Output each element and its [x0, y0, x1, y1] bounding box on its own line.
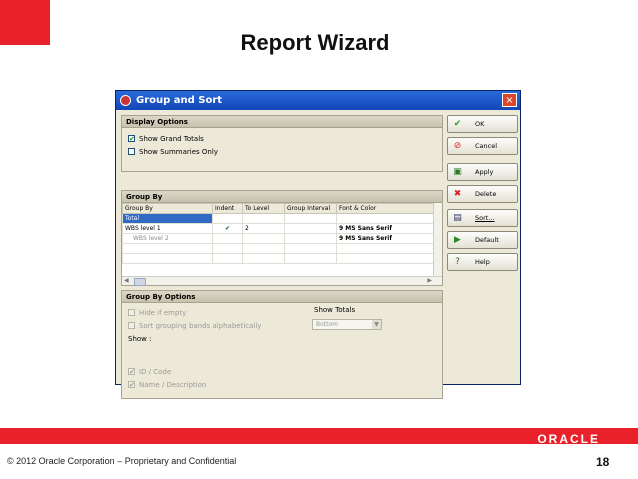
show-label-row: Show : — [122, 332, 442, 345]
show-grand-totals-checkbox[interactable]: ✔ — [128, 135, 135, 143]
col-font-color[interactable]: Font & Color — [336, 203, 434, 214]
ok-button[interactable]: ✔ OK — [447, 115, 518, 133]
group-by-table-header: Group By Indent To Level Group Interval … — [122, 203, 434, 214]
display-options-body: ✔ Show Grand Totals Show Summaries Only — [121, 128, 443, 172]
show-summaries-only-label: Show Summaries Only — [139, 147, 218, 156]
col-indent[interactable]: Indent — [212, 203, 243, 214]
cancel-icon: ⊘ — [453, 140, 462, 151]
name-description-checkbox[interactable]: ✔ — [128, 381, 135, 389]
show-totals-value: Bottom — [316, 321, 339, 328]
show-grand-totals-label: Show Grand Totals — [139, 134, 204, 143]
group-by-options-body: Hide if empty Sort grouping bands alphab… — [121, 303, 443, 399]
default-button[interactable]: ▶ Default — [447, 231, 518, 249]
grid-vertical-scrollbar[interactable] — [433, 203, 442, 276]
dialog-title: Group and Sort — [136, 95, 223, 106]
default-label: Default — [475, 236, 499, 244]
help-button[interactable]: ? Help — [447, 253, 518, 271]
name-description-label: Name / Description — [139, 380, 207, 389]
app-icon — [120, 95, 131, 106]
slide-title: Report Wizard — [240, 30, 390, 55]
left-panel: Display Options ✔ Show Grand Totals Show… — [121, 115, 443, 399]
group-by-options-header[interactable]: Group By Options — [121, 290, 443, 303]
help-label: Help — [475, 258, 490, 266]
ok-label: OK — [475, 120, 485, 128]
id-code-label: ID / Code — [139, 367, 172, 376]
scroll-right-icon[interactable]: ▶ — [427, 277, 432, 284]
cell-font[interactable] — [336, 213, 434, 224]
show-grand-totals-row[interactable]: ✔ Show Grand Totals — [122, 132, 442, 145]
play-icon: ▶ — [454, 234, 461, 245]
sort-label: Sort... — [475, 214, 495, 222]
apply-button[interactable]: ▣ Apply — [447, 163, 518, 181]
id-code-checkbox[interactable]: ✔ — [128, 368, 135, 376]
button-panel: ✔ OK ⊘ Cancel ▣ Apply ✖ Delete ▤ Sort...… — [447, 115, 518, 275]
cell-indent[interactable]: ✔ — [212, 223, 243, 234]
cell-group-by[interactable]: WBS level 2 — [122, 233, 213, 244]
display-options-header[interactable]: Display Options — [121, 115, 443, 128]
cell-indent[interactable] — [212, 213, 243, 224]
id-code-row[interactable]: ✔ ID / Code — [122, 365, 442, 378]
show-summaries-only-row[interactable]: Show Summaries Only — [122, 145, 442, 158]
grid-horizontal-scrollbar[interactable]: ◀ ▶ — [122, 276, 442, 286]
cell-group-interval[interactable] — [284, 233, 337, 244]
help-icon: ? — [455, 256, 460, 267]
oracle-logo: ORACLE — [537, 432, 600, 446]
cell-font[interactable]: 9 MS Sans Serif — [336, 233, 434, 244]
show-summaries-only-checkbox[interactable] — [128, 148, 135, 155]
delete-button[interactable]: ✖ Delete — [447, 185, 518, 203]
cancel-button[interactable]: ⊘ Cancel — [447, 137, 518, 155]
table-row[interactable]: Total — [122, 213, 434, 224]
cell-group-interval[interactable] — [284, 223, 337, 234]
cancel-label: Cancel — [475, 142, 498, 150]
copyright-text: © 2012 Oracle Corporation – Proprietary … — [7, 456, 237, 466]
brand-red-square — [0, 0, 50, 45]
checkmark-icon: ✔ — [453, 118, 462, 129]
sort-icon: ▤ — [453, 212, 462, 223]
cell-group-by[interactable]: WBS level 1 — [122, 223, 213, 234]
show-totals-dropdown[interactable]: Bottom ▼ — [312, 319, 382, 330]
apply-icon: ▣ — [453, 166, 462, 177]
sort-button[interactable]: ▤ Sort... — [447, 209, 518, 227]
cell-group-by[interactable]: Total — [122, 213, 213, 224]
group-by-header[interactable]: Group By — [121, 190, 443, 203]
page-number: 18 — [596, 455, 610, 469]
cell-to-level[interactable]: 2 — [242, 223, 285, 234]
table-row[interactable]: WBS level 2 9 MS Sans Serif — [122, 233, 434, 244]
cell-group-interval[interactable] — [284, 213, 337, 224]
table-row — [122, 253, 434, 264]
col-to-level[interactable]: To Level — [242, 203, 285, 214]
scroll-thumb[interactable] — [134, 278, 146, 286]
cell-to-level[interactable] — [242, 213, 285, 224]
col-group-interval[interactable]: Group Interval — [284, 203, 337, 214]
group-by-table: Group By Indent To Level Group Interval … — [122, 203, 434, 264]
chevron-down-icon[interactable]: ▼ — [372, 320, 381, 329]
table-row[interactable]: WBS level 1 ✔ 2 9 MS Sans Serif — [122, 223, 434, 234]
delete-icon: ✖ — [453, 188, 462, 199]
group-by-grid: Group By Indent To Level Group Interval … — [122, 203, 434, 276]
cell-to-level[interactable] — [242, 233, 285, 244]
name-description-row[interactable]: ✔ Name / Description — [122, 378, 442, 391]
close-button[interactable]: × — [502, 93, 517, 107]
sort-alpha-label: Sort grouping bands alphabetically — [139, 321, 262, 330]
show-totals-label: Show Totals — [314, 306, 356, 314]
cell-indent[interactable] — [212, 233, 243, 244]
apply-label: Apply — [475, 168, 494, 176]
hide-if-empty-row[interactable]: Hide if empty — [122, 306, 442, 319]
group-by-body: Group By Indent To Level Group Interval … — [121, 203, 443, 286]
dialog-titlebar[interactable]: Group and Sort — [116, 91, 520, 110]
hide-if-empty-checkbox[interactable] — [128, 309, 135, 316]
table-row — [122, 243, 434, 254]
show-label: Show : — [128, 334, 152, 343]
scroll-left-icon[interactable]: ◀ — [124, 277, 129, 284]
cell-font[interactable]: 9 MS Sans Serif — [336, 223, 434, 234]
group-and-sort-dialog: Group and Sort × Display Options ✔ Show … — [115, 90, 521, 399]
sort-alpha-checkbox[interactable] — [128, 322, 135, 329]
sort-alpha-row[interactable]: Sort grouping bands alphabetically — [122, 319, 442, 332]
hide-if-empty-label: Hide if empty — [139, 308, 187, 317]
delete-label: Delete — [475, 190, 497, 198]
col-group-by[interactable]: Group By — [122, 203, 213, 214]
